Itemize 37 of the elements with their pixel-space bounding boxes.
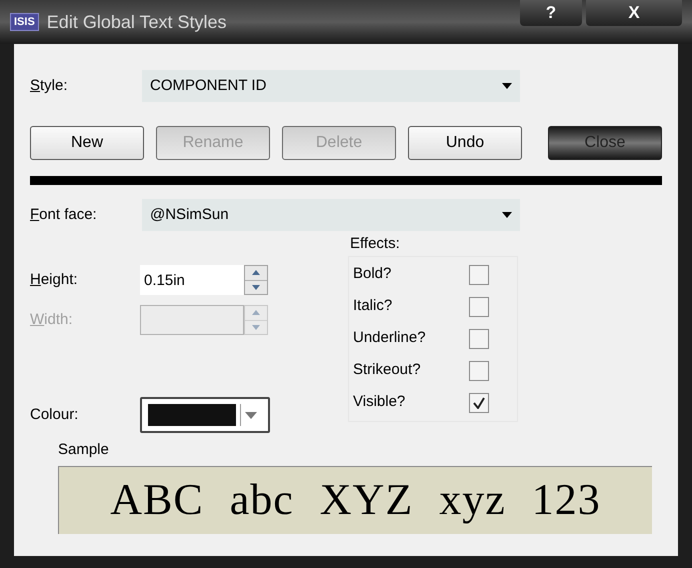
- app-logo: ISIS: [10, 12, 39, 32]
- help-button[interactable]: ?: [520, 0, 582, 26]
- field-label: Height:: [30, 270, 79, 290]
- down-arrow-icon: [252, 284, 260, 290]
- up-arrow-icon: [252, 310, 260, 316]
- checkbox[interactable]: [469, 296, 489, 316]
- field-label: Colour:: [30, 404, 80, 425]
- dropdown-arrow-icon: [245, 412, 257, 418]
- effect-label: Visible?: [353, 392, 406, 412]
- checkbox[interactable]: [469, 264, 489, 284]
- dropdown-arrow-icon: [502, 83, 512, 89]
- checkbox[interactable]: [469, 328, 489, 348]
- dialog-button[interactable]: Undo: [408, 126, 522, 160]
- checkbox[interactable]: [469, 392, 489, 412]
- window-title: Edit Global Text Styles: [46, 10, 227, 34]
- up-arrow-icon: [252, 270, 260, 276]
- checkbox[interactable]: [469, 360, 489, 380]
- effect-label: Strikeout?: [353, 360, 422, 380]
- dropdown-arrow-icon: [502, 212, 512, 218]
- sample-label: Sample: [58, 440, 110, 460]
- effect-label: Bold?: [353, 264, 392, 284]
- style-dropdown[interactable]: COMPONENT ID: [142, 70, 520, 102]
- check-icon: [473, 396, 485, 408]
- effects-title: Effects:: [350, 234, 401, 254]
- field-label: Width:: [30, 310, 74, 330]
- height-field[interactable]: 0.15in: [140, 265, 244, 295]
- sample-text: ABC abc XYZ xyz 123: [110, 474, 601, 526]
- colour-picker[interactable]: [140, 397, 270, 433]
- window-close-button[interactable]: X: [586, 0, 682, 26]
- field-label: Font face:: [30, 204, 98, 225]
- field-label: Style:: [30, 76, 69, 96]
- spin-buttons[interactable]: [244, 265, 268, 295]
- down-arrow-icon: [252, 324, 260, 330]
- effect-label: Italic?: [353, 296, 394, 316]
- font-face-dropdown[interactable]: @NSimSun: [142, 199, 520, 231]
- effect-label: Underline?: [353, 328, 427, 348]
- dialog-button[interactable]: New: [30, 126, 144, 160]
